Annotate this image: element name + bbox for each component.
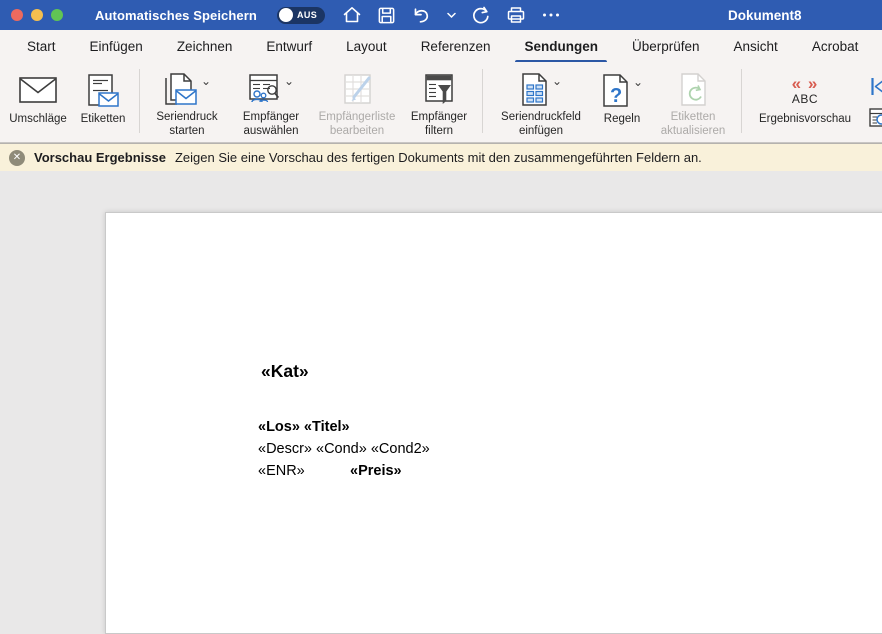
autosave-label: Automatisches Speichern [95,8,257,23]
chevron-down-icon: ⌄ [284,75,294,87]
empfaenger-filtern-button[interactable]: Empfänger filtern [401,62,477,138]
ribbon-group-start-merge: ⌄ Seriendruck starten [145,62,477,138]
tab-einfuegen[interactable]: Einfügen [73,30,160,62]
record-navigation: Em [869,62,882,128]
undo-icon[interactable] [411,5,432,25]
preview-results-infobar: ✕ Vorschau Ergebnisse Zeigen Sie eine Vo… [0,143,882,171]
merge-field-descr-line: «Descr» «Cond» «Cond2» [258,438,430,460]
merge-field-enr-preis: «ENR»«Preis» [258,460,430,482]
chevron-down-icon: ⌄ [552,75,562,87]
window-controls [11,9,63,21]
seriendruckfeld-einfuegen-button[interactable]: ⌄ Seriendruckfeld einfügen [488,62,594,138]
tab-layout[interactable]: Layout [329,30,404,62]
filter-recipients-icon [424,74,454,105]
ergebnisvorschau-button[interactable]: « » ABC Ergebnisvorschau [747,62,863,138]
labels-icon [88,74,119,107]
envelope-icon [19,77,57,103]
first-record-icon[interactable] [869,76,882,97]
merge-field-kat: «Kat» [261,361,430,382]
tab-sendungen[interactable]: Sendungen [507,30,615,62]
close-window-button[interactable] [11,9,23,21]
document-canvas: «Kat» «Los» «Titel» «Descr» «Cond» «Cond… [0,171,882,498]
document-text: «Kat» «Los» «Titel» «Descr» «Cond» «Cond… [258,361,430,482]
tab-acrobat[interactable]: Acrobat [795,30,876,62]
empfaengerliste-bearbeiten-button: Empfängerliste bearbeiten [313,62,401,138]
umschlaege-button[interactable]: Umschläge [4,62,72,138]
tab-entwurf[interactable]: Entwurf [249,30,329,62]
toggle-knob [279,8,293,22]
chevron-down-icon[interactable] [447,12,456,19]
merge-field-los-titel: «Los» «Titel» [258,416,430,438]
chevron-down-icon: ⌄ [201,75,211,87]
titlebar: Automatisches Speichern AUS [0,0,882,30]
tab-ueberpruefen[interactable]: Überprüfen [615,30,717,62]
merge-field-preis: «Preis» [350,463,402,479]
start-mail-merge-icon [163,73,198,106]
print-icon[interactable] [506,5,526,25]
zoom-window-button[interactable] [51,9,63,21]
tab-ansicht[interactable]: Ansicht [717,30,795,62]
document-page[interactable]: «Kat» «Los» «Titel» «Descr» «Cond» «Cond… [105,212,882,634]
autosave-state: AUS [297,10,317,20]
minimize-window-button[interactable] [31,9,43,21]
more-icon[interactable] [541,5,561,25]
edit-recipient-list-icon [341,74,374,105]
ribbon: Umschläge Etiketten [0,62,882,143]
select-recipients-icon [248,74,281,105]
find-recipient-icon [869,108,882,128]
empfaenger-auswaehlen-button[interactable]: ⌄ Empfänger auswählen [229,62,313,138]
ribbon-divider [139,69,140,133]
etiketten-aktualisieren-button: Etiketten aktualisieren [650,62,736,138]
ribbon-group-preview: « » ABC Ergebnisvorschau [747,62,882,138]
document-title: Dokument8 [728,0,802,30]
ribbon-tabbar: Start Einfügen Zeichnen Entwurf Layout R… [0,30,882,62]
infobar-title: Vorschau Ergebnisse [34,150,166,165]
regeln-button[interactable]: ? ⌄ Regeln [594,62,650,138]
ribbon-divider [741,69,742,133]
chevron-down-icon: ⌄ [633,76,643,88]
tab-start[interactable]: Start [10,30,73,62]
merge-field-enr: «ENR» [258,460,350,482]
find-recipient-button[interactable]: Em [869,108,882,128]
autosave-toggle[interactable]: AUS [277,7,325,24]
ribbon-divider [482,69,483,133]
seriendruck-starten-button[interactable]: ⌄ Seriendruck starten [145,62,229,138]
insert-merge-field-icon [520,73,549,106]
close-circle-icon[interactable]: ✕ [9,150,25,166]
tab-referenzen[interactable]: Referenzen [404,30,508,62]
ribbon-group-fields: ⌄ Seriendruckfeld einfügen ? ⌄ Regeln [488,62,736,138]
redo-icon[interactable] [471,5,491,25]
tab-zeichnen[interactable]: Zeichnen [160,30,250,62]
svg-text:?: ? [610,85,622,107]
save-icon[interactable] [377,6,396,25]
home-icon[interactable] [342,5,362,25]
etiketten-button[interactable]: Etiketten [72,62,134,138]
infobar-message: Zeigen Sie eine Vorschau des fertigen Do… [175,150,702,165]
ribbon-group-create: Umschläge Etiketten [4,62,134,138]
update-labels-icon [679,73,708,106]
rules-icon: ? [601,74,630,107]
preview-results-icon: « » ABC [792,75,819,105]
